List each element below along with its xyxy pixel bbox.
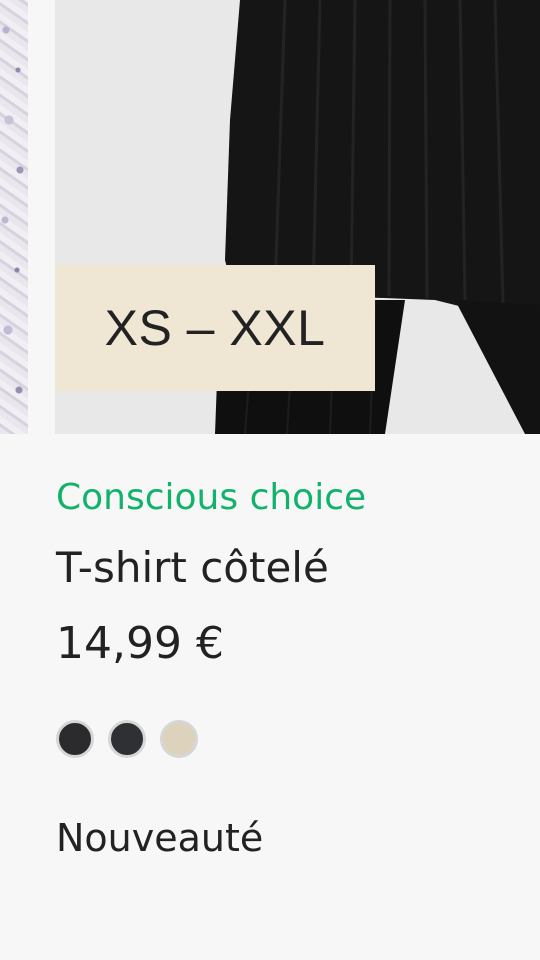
product-details: Conscious choice T-shirt côtelé 14,99 € … <box>56 470 520 866</box>
conscious-choice-label: Conscious choice <box>56 477 367 518</box>
product-price: 14,99 € <box>56 618 224 669</box>
size-range-badge: XS – XXL <box>55 265 375 391</box>
color-swatches <box>56 720 520 758</box>
new-arrival-badge: Nouveauté <box>56 816 264 860</box>
previous-product-image[interactable] <box>0 0 28 434</box>
color-swatch-black[interactable] <box>56 720 94 758</box>
size-range-text: XS – XXL <box>104 300 326 356</box>
card-gap <box>28 0 55 434</box>
product-title[interactable]: T-shirt côtelé <box>56 536 520 600</box>
color-swatch-dark-grey[interactable] <box>108 720 146 758</box>
product-card-page: XS – XXL Conscious choice T-shirt côtelé… <box>0 0 540 960</box>
color-swatch-beige[interactable] <box>160 720 198 758</box>
